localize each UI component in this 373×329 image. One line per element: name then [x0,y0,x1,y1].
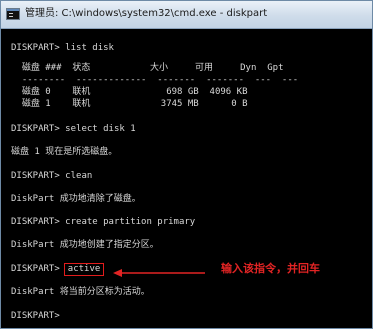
console-line: DISKPART> list disk [11,43,114,53]
console-line: -------- ------------- ------- ------- -… [11,75,299,85]
console-line: DiskPart 成功地清除了磁盘。 [11,194,141,204]
annotation-arrow-icon [113,269,205,277]
annotation-text: 输入该指令，并回车 [221,262,320,275]
highlighted-command: active [63,263,105,276]
console-line: 磁盘 1 现在是所选磁盘。 [11,147,118,157]
console-line: DISKPART> clean [11,171,93,181]
console-line: 磁盘 1 联机 3745 MB 0 B [11,99,248,109]
prompt-text: DISKPART> [11,264,60,274]
console-line: DISKPART> create partition primary [11,217,196,227]
window-title: 管理员: C:\windows\system32\cmd.exe - diskp… [25,8,268,19]
console-line: 磁盘 ### 状态 大小 可用 Dyn Gpt [11,63,284,73]
cmd-app-icon [6,8,20,20]
console-line: DISKPART> select disk 1 [11,124,136,134]
console-line: DISKPART> [11,311,60,321]
title-bar[interactable]: 管理员: C:\windows\system32\cmd.exe - diskp… [1,1,372,29]
console-line-active-command: DISKPART> active [11,263,105,276]
console-output[interactable]: DISKPART> list disk 磁盘 ### 状态 大小 可用 Dyn … [1,29,372,328]
console-line: DiskPart 将当前分区标为活动。 [11,287,150,297]
console-line: 磁盘 0 联机 698 GB 4096 KB [11,87,248,97]
cmd-window: 管理员: C:\windows\system32\cmd.exe - diskp… [0,0,373,329]
console-line: DiskPart 成功地创建了指定分区。 [11,240,159,250]
